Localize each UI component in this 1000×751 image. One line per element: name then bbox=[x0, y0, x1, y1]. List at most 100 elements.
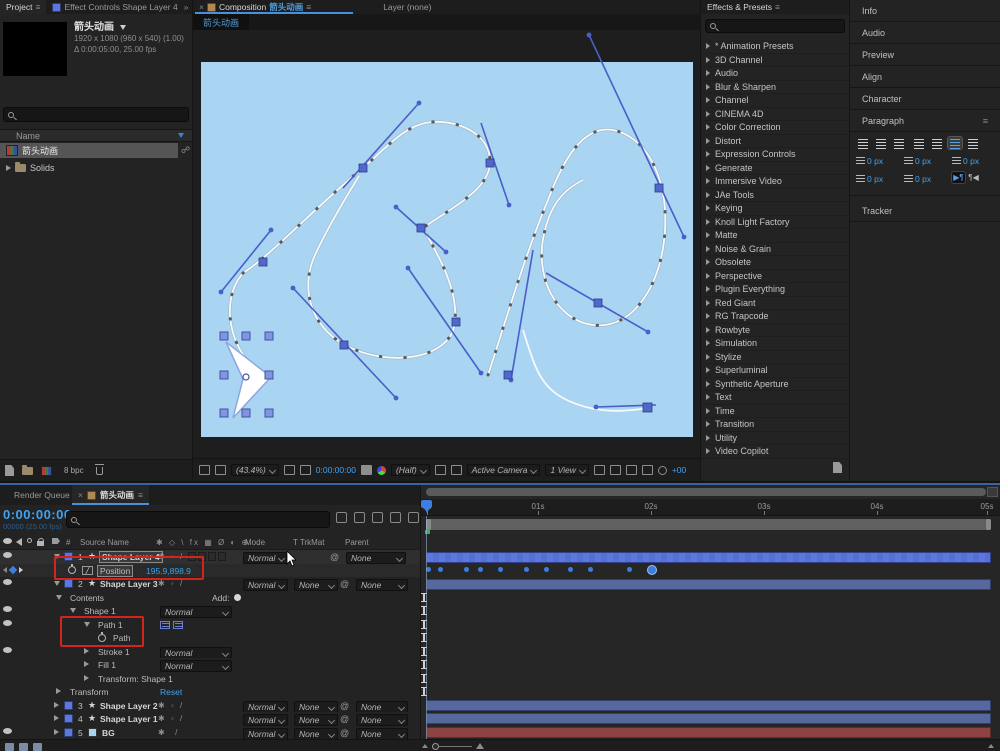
group-row-stroke-1[interactable]: Stroke 1 Normal bbox=[0, 644, 420, 659]
layer-color-swatch[interactable] bbox=[64, 700, 73, 710]
mask-visibility-icon[interactable] bbox=[299, 465, 311, 475]
position-value[interactable]: 195.9,898.9 bbox=[146, 566, 191, 576]
tab-timeline-comp[interactable]: 箭头动画 bbox=[72, 485, 149, 505]
twirl-icon[interactable] bbox=[84, 621, 90, 627]
effects-category[interactable]: Color Correction bbox=[701, 121, 849, 135]
toggle-brainstorm-icon[interactable] bbox=[988, 744, 994, 748]
camera-dropdown[interactable]: Active Camera bbox=[466, 464, 541, 476]
space-before-field[interactable]: 0 px bbox=[856, 174, 883, 184]
twirl-icon[interactable] bbox=[706, 110, 710, 117]
layer-color-swatch[interactable] bbox=[64, 579, 73, 588]
twirl-icon[interactable] bbox=[706, 56, 710, 63]
first-line-indent-field[interactable]: 0 px bbox=[904, 156, 931, 166]
twirl-icon[interactable] bbox=[706, 434, 710, 441]
audio-column-icon[interactable] bbox=[16, 538, 22, 546]
effects-category[interactable]: Distort bbox=[701, 135, 849, 148]
effects-category[interactable]: JAe Tools bbox=[701, 189, 849, 202]
switch-boxes[interactable] bbox=[188, 552, 226, 561]
panel-menu-icon[interactable] bbox=[983, 116, 988, 126]
justify-last-right-button[interactable] bbox=[947, 136, 963, 150]
layer-bar-shape-layer-1[interactable] bbox=[426, 713, 991, 724]
number-column[interactable]: # bbox=[66, 538, 70, 547]
effects-category[interactable]: Generate bbox=[701, 162, 849, 175]
project-name-column[interactable]: Name bbox=[0, 129, 192, 142]
exposure-icon[interactable] bbox=[657, 465, 667, 475]
layer-switches[interactable]: ✱ ◦ / bbox=[158, 552, 184, 561]
group-row-shape-1[interactable]: Shape 1 Normal bbox=[0, 604, 420, 618]
twirl-icon[interactable] bbox=[706, 245, 710, 252]
layer-row-shape-layer-3[interactable]: 2 Shape Layer 3 ✱ ◦ / Normal None None bbox=[0, 577, 420, 591]
composition-mini-flowchart-icon[interactable] bbox=[336, 512, 347, 523]
project-search[interactable] bbox=[3, 107, 189, 122]
parent-dropdown[interactable]: None bbox=[356, 727, 408, 740]
effects-category[interactable]: Simulation bbox=[701, 337, 849, 351]
zoom-in-icon[interactable] bbox=[476, 743, 484, 749]
property-row-position[interactable]: Position 195.9,898.9 bbox=[0, 563, 420, 577]
effects-category[interactable]: Rowbyte bbox=[701, 324, 849, 337]
tab-effect-controls[interactable]: Effect Controls Shape Layer 4 bbox=[46, 0, 183, 14]
layer-name[interactable]: Shape Layer 3 bbox=[100, 579, 158, 589]
reset-link[interactable]: Reset bbox=[160, 687, 182, 697]
video-column-icon[interactable] bbox=[3, 538, 12, 544]
visibility-eye-icon[interactable] bbox=[3, 606, 12, 612]
current-time-display[interactable]: 0:00:00:00 00000 (25.00 fps) bbox=[3, 507, 72, 531]
group-row-transform[interactable]: Transform Reset bbox=[0, 685, 420, 699]
blend-mode-dropdown[interactable]: Normal bbox=[243, 714, 289, 726]
time-navigator[interactable] bbox=[426, 488, 986, 496]
layer-switches[interactable]: ✱ ◦ / bbox=[158, 714, 184, 723]
zoom-out-icon[interactable] bbox=[422, 744, 428, 748]
layer-name[interactable]: Shape Layer 1 bbox=[100, 714, 158, 724]
region-of-interest-icon[interactable] bbox=[434, 465, 446, 475]
flowchart-icon[interactable] bbox=[641, 465, 653, 475]
layer-switches[interactable]: ✱ ◦ / bbox=[158, 701, 184, 710]
frame-blending-icon[interactable] bbox=[390, 512, 401, 523]
switches-column-icons[interactable]: ✱ ◇ \ fx ▦ Ø ◐ ⊕ bbox=[156, 538, 250, 547]
layer-name[interactable]: Shape Layer 2 bbox=[100, 701, 158, 711]
keyframe-dot[interactable] bbox=[544, 567, 549, 572]
parent-dropdown[interactable]: None bbox=[346, 552, 406, 564]
add-button[interactable] bbox=[234, 593, 241, 601]
twirl-icon[interactable] bbox=[706, 259, 710, 266]
effects-category[interactable]: Time bbox=[701, 405, 849, 418]
twirl-icon[interactable] bbox=[706, 232, 710, 239]
group-row-fill-1[interactable]: Fill 1 Normal bbox=[0, 658, 420, 672]
motion-blur-icon[interactable] bbox=[408, 512, 419, 523]
snapshot-camera-icon[interactable] bbox=[360, 465, 372, 475]
next-keyframe-icon[interactable] bbox=[19, 566, 23, 573]
fast-previews-icon[interactable] bbox=[609, 465, 621, 475]
blend-mode-dropdown[interactable]: Normal bbox=[243, 727, 289, 740]
blend-mode-dropdown[interactable]: Normal bbox=[160, 606, 232, 618]
justify-last-center-button[interactable] bbox=[930, 137, 944, 149]
mode-column[interactable]: Mode bbox=[245, 538, 265, 547]
effects-category[interactable]: RG Trapcode bbox=[701, 310, 849, 324]
keyframe-dot[interactable] bbox=[464, 567, 469, 572]
layer-color-swatch[interactable] bbox=[64, 552, 73, 561]
ltr-direction-button[interactable]: ▶¶ bbox=[951, 171, 966, 184]
keyframe-dot[interactable] bbox=[498, 567, 503, 572]
bit-depth-button[interactable]: 8 bpc bbox=[60, 465, 88, 476]
twirl-icon[interactable] bbox=[70, 608, 76, 613]
twirl-icon[interactable] bbox=[706, 272, 710, 279]
effects-category[interactable]: Audio bbox=[701, 67, 849, 81]
work-area-bar[interactable] bbox=[426, 519, 991, 530]
panel-menu-icon[interactable] bbox=[138, 490, 143, 500]
panel-info[interactable]: Info bbox=[850, 0, 1000, 22]
zoom-slider[interactable] bbox=[432, 742, 472, 750]
twirl-icon[interactable] bbox=[706, 97, 710, 104]
timeline-zoom-control[interactable] bbox=[422, 742, 484, 750]
channel-icon[interactable] bbox=[376, 465, 386, 475]
twirl-icon[interactable] bbox=[706, 83, 710, 90]
align-right-button[interactable] bbox=[892, 137, 906, 149]
keyframe-dot[interactable] bbox=[478, 567, 483, 572]
close-icon[interactable] bbox=[78, 490, 83, 500]
visibility-eye-icon[interactable] bbox=[3, 579, 12, 585]
twirl-icon[interactable] bbox=[706, 137, 710, 144]
keyframe-dot[interactable] bbox=[438, 567, 443, 572]
parent-dropdown[interactable]: None bbox=[356, 700, 408, 713]
blend-mode-dropdown[interactable]: Normal bbox=[243, 700, 289, 713]
draft-3d-icon[interactable] bbox=[354, 512, 365, 523]
stopwatch-icon[interactable] bbox=[68, 564, 76, 574]
effects-category[interactable]: Immersive Video bbox=[701, 175, 849, 189]
twirl-icon[interactable] bbox=[706, 70, 710, 77]
visibility-eye-icon[interactable] bbox=[3, 552, 12, 558]
